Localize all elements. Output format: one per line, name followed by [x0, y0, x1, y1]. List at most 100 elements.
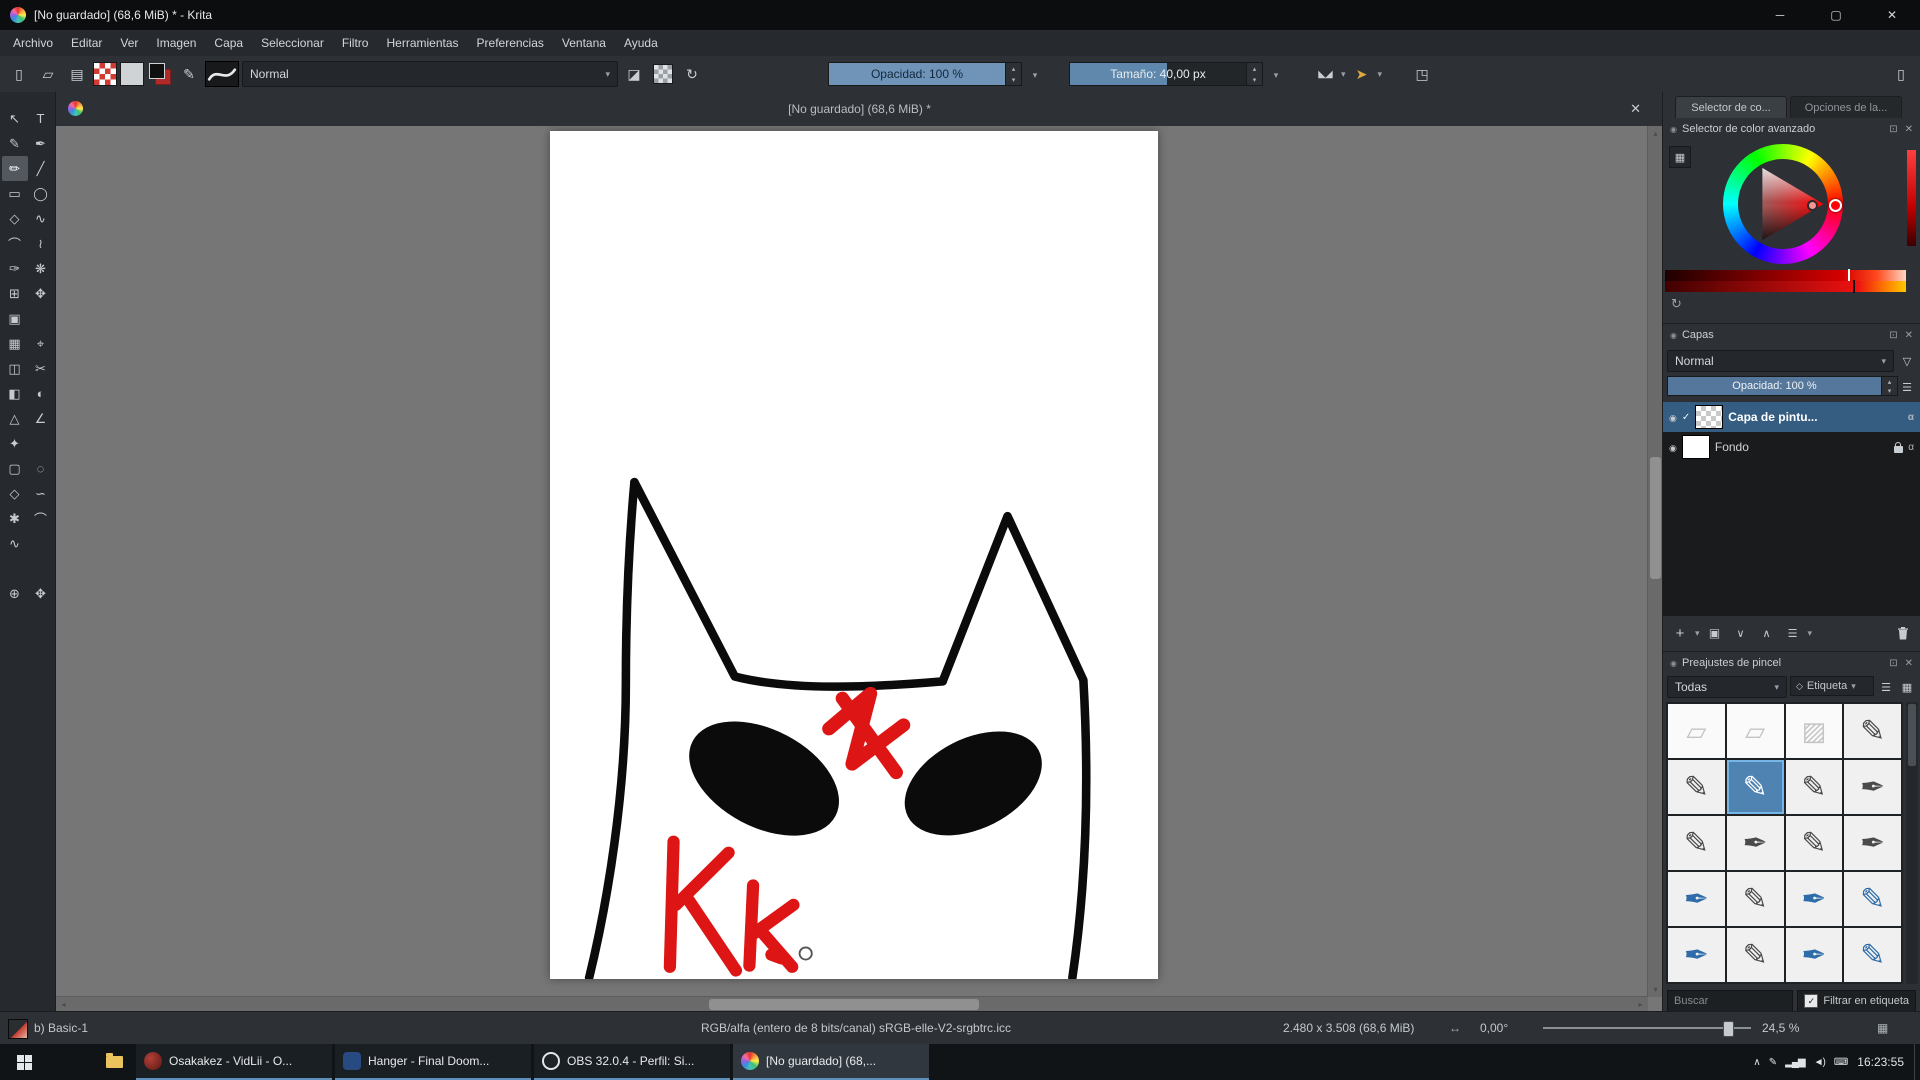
gradient-tool[interactable]: ▦	[2, 331, 28, 356]
trim-canvas-icon[interactable]	[1409, 61, 1435, 87]
close-docker-icon[interactable]	[1905, 124, 1913, 135]
similar-color-selection-tool[interactable]: ✱	[2, 506, 28, 531]
preset-ink-pen[interactable]: ✒	[1844, 760, 1901, 814]
spin-down-icon[interactable]	[1247, 74, 1262, 85]
ellipse-tool[interactable]: ◯	[28, 181, 54, 206]
crop-tool[interactable]: ▣	[2, 306, 28, 331]
elliptical-selection-tool[interactable]: ◌	[28, 456, 54, 481]
layer-opacity-slider[interactable]: Opacidad: 100 %	[1667, 376, 1882, 396]
color-wheel[interactable]	[1723, 144, 1843, 264]
calligraphy-tool[interactable]: ✒	[28, 131, 54, 156]
assistants-tool[interactable]: △	[2, 406, 28, 431]
spin-up-icon[interactable]	[1006, 63, 1021, 74]
save-document-icon[interactable]	[64, 61, 90, 87]
spin-down-icon[interactable]	[1006, 74, 1021, 85]
preset-view-mode-icon[interactable]	[1898, 676, 1916, 698]
line-tool[interactable]: ╱	[28, 156, 54, 181]
opacity-options-chevron[interactable]	[1022, 62, 1048, 88]
opacity-spinner[interactable]	[1006, 62, 1022, 86]
document-close-icon[interactable]	[1630, 92, 1641, 126]
enclose-and-fill-tool[interactable]: ◐	[28, 381, 54, 406]
menu-item[interactable]: Herramientas	[377, 30, 467, 56]
bezier-selection-tool[interactable]: ⌒	[28, 506, 54, 531]
polyline-tool[interactable]: ∿	[28, 206, 54, 231]
spin-up-icon[interactable]	[1247, 63, 1262, 74]
rectangle-tool[interactable]: ▭	[2, 181, 28, 206]
horizontal-scrollbar-thumb[interactable]	[709, 999, 980, 1010]
layer-thumbnail[interactable]	[1695, 405, 1723, 429]
tab-color-selector[interactable]: Selector de co...	[1675, 96, 1787, 118]
preset-pencil-hb[interactable]: ✎	[1727, 760, 1784, 814]
preset-ballpoint[interactable]: ✒	[1786, 872, 1843, 926]
menu-item[interactable]: Editar	[62, 30, 111, 56]
add-layer-button[interactable]	[1669, 622, 1691, 644]
preset-pencil[interactable]: ✎	[1844, 704, 1901, 758]
layer-row[interactable]: Capa de pintu...	[1663, 402, 1920, 432]
transform-tool[interactable]: ⊞	[2, 281, 28, 306]
freehand-selection-tool[interactable]: ∽	[28, 481, 54, 506]
rotation-icon[interactable]	[1449, 1012, 1461, 1044]
close-docker-icon[interactable]	[1905, 658, 1913, 669]
current-brush-swatch[interactable]	[8, 1019, 28, 1039]
hidden-icons-chevron[interactable]: ∧	[1753, 1057, 1759, 1068]
layer-thumbnail[interactable]	[1682, 435, 1710, 459]
preset-pen-sketch[interactable]: ✎	[1844, 928, 1901, 982]
reference-images-tool[interactable]: ✦	[2, 431, 28, 456]
edit-shapes-tool[interactable]: ✎	[2, 131, 28, 156]
layer-options-icon[interactable]	[1898, 376, 1916, 398]
preset-pencil-soft[interactable]: ✎	[1668, 816, 1725, 870]
preset-pencil-4h[interactable]: ✎	[1786, 760, 1843, 814]
freehand-brush-tool[interactable]: ✏	[2, 156, 28, 181]
preset-pencil-2b[interactable]: ✎	[1668, 760, 1725, 814]
zoom-slider-thumb[interactable]	[1723, 1021, 1734, 1037]
checkbox-checked-icon[interactable]	[1804, 994, 1818, 1008]
bezier-curve-tool[interactable]: ⌒	[2, 231, 28, 256]
move-layer-down-button[interactable]	[1730, 622, 1752, 644]
float-docker-icon[interactable]	[1889, 330, 1897, 341]
layer-name[interactable]: Fondo	[1715, 440, 1749, 454]
horizontal-scrollbar[interactable]	[56, 996, 1648, 1012]
preset-fineliner[interactable]: ✒	[1844, 816, 1901, 870]
color-sampler-tool[interactable]: ⌖	[28, 331, 54, 356]
layer-visibility-icon[interactable]	[1669, 440, 1677, 454]
spin-up-icon[interactable]	[1882, 377, 1897, 386]
preset-eraser-fuzzy[interactable]: ▨	[1786, 704, 1843, 758]
keyboard-tray-icon[interactable]: ⌨	[1834, 1057, 1847, 1068]
preset-filter-dropdown[interactable]: Todas	[1667, 676, 1787, 698]
layer-properties-chevron[interactable]	[1808, 628, 1813, 639]
menu-item[interactable]: Ventana	[553, 30, 615, 56]
tag-filter-toggle[interactable]: Filtrar en etiqueta	[1797, 990, 1916, 1012]
reload-preset-icon[interactable]	[679, 61, 705, 87]
freehand-path-tool[interactable]: ≀	[28, 231, 54, 256]
size-options-chevron[interactable]	[1263, 62, 1289, 88]
canvas-viewport[interactable]	[56, 126, 1663, 1012]
file-explorer-button[interactable]	[94, 1044, 134, 1080]
maximize-button[interactable]	[1808, 0, 1864, 30]
pattern-swatch[interactable]	[120, 62, 144, 86]
preset-eraser[interactable]: ▱	[1668, 704, 1725, 758]
layer-blend-mode-dropdown[interactable]: Normal	[1667, 350, 1894, 372]
pattern-editing-tool[interactable]: ◫	[2, 356, 28, 381]
menu-item[interactable]: Seleccionar	[252, 30, 333, 56]
mirror-vertical-chevron[interactable]	[1378, 69, 1383, 80]
vertical-scrollbar[interactable]	[1647, 126, 1663, 997]
scroll-right-icon[interactable]	[1633, 997, 1648, 1012]
open-document-icon[interactable]	[35, 61, 61, 87]
menu-item[interactable]: Filtro	[333, 30, 378, 56]
close-docker-icon[interactable]	[1905, 330, 1913, 341]
preset-marker[interactable]: ✎	[1727, 872, 1784, 926]
menu-item[interactable]: Ver	[111, 30, 147, 56]
scroll-up-icon[interactable]	[1648, 126, 1663, 141]
canvas-page[interactable]	[550, 131, 1158, 979]
float-docker-icon[interactable]	[1889, 658, 1897, 669]
network-signal-icon[interactable]: ▂▄▆	[1785, 1057, 1804, 1068]
scroll-down-icon[interactable]	[1648, 982, 1663, 997]
pan-tool[interactable]: ✥	[28, 581, 54, 606]
blending-mode-dropdown[interactable]: Normal	[242, 61, 618, 87]
pen-tray-icon[interactable]: ✎	[1769, 1057, 1776, 1068]
layer-name[interactable]: Capa de pintu...	[1728, 410, 1817, 424]
brush-preset-preview[interactable]	[205, 61, 239, 87]
measure-tool[interactable]: ∠	[28, 406, 54, 431]
eraser-mode-icon[interactable]	[621, 61, 647, 87]
duplicate-layer-button[interactable]	[1704, 622, 1726, 644]
